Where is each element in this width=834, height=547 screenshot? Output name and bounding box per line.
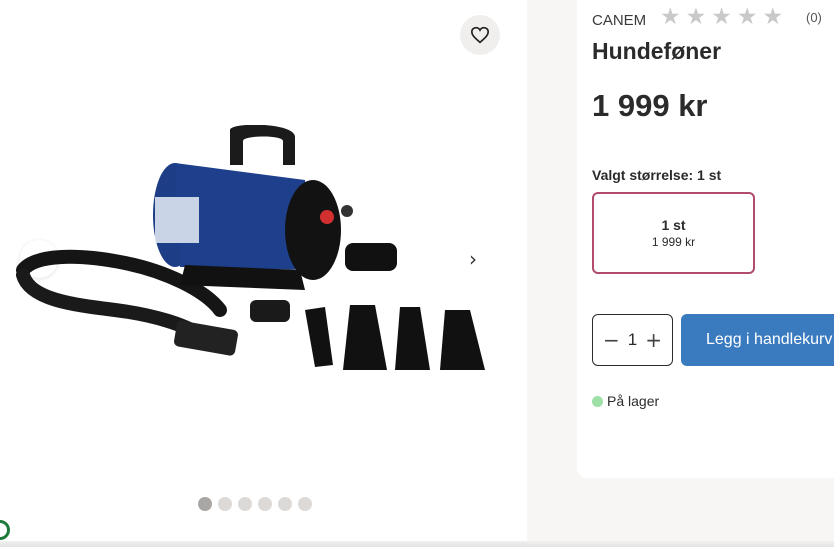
product-gallery: ‹ ›	[0, 0, 527, 547]
stock-label: På lager	[607, 393, 660, 409]
selected-size-label: Valgt størrelse: 1 st	[592, 167, 722, 183]
product-image	[16, 125, 485, 370]
heart-icon	[470, 26, 490, 44]
bottom-bar	[0, 541, 834, 547]
gallery-pagination	[198, 497, 312, 511]
in-stock-indicator-icon	[592, 395, 603, 407]
chat-widget-icon[interactable]	[0, 520, 10, 540]
quantity-value[interactable]: 1	[628, 330, 637, 350]
star-icon: ★	[711, 4, 732, 30]
gallery-dot[interactable]	[218, 497, 232, 511]
size-option-price: 1 999 kr	[651, 235, 696, 249]
stock-status: På lager	[592, 393, 659, 409]
star-icon: ★	[685, 4, 707, 30]
product-price: 1 999 kr	[592, 88, 708, 123]
gallery-dot[interactable]	[298, 497, 312, 511]
star-icon: ★	[660, 4, 681, 30]
gallery-dot[interactable]	[238, 497, 252, 511]
brand-name[interactable]: CANEM	[592, 12, 646, 29]
add-to-cart-button[interactable]: Legg i handlekurv	[681, 314, 834, 366]
favorite-button[interactable]	[460, 15, 500, 55]
product-title: Hundeføner	[592, 38, 722, 64]
size-option-name: 1 st	[661, 217, 686, 233]
gallery-dot[interactable]	[258, 497, 272, 511]
quantity-stepper: − 1 +	[592, 314, 673, 366]
gallery-dot[interactable]	[278, 497, 292, 511]
star-icon: ★	[736, 4, 758, 30]
increase-quantity-button[interactable]: +	[645, 330, 662, 350]
size-option[interactable]: 1 st 1 999 kr	[592, 192, 755, 274]
star-icon: ★	[762, 4, 784, 30]
gallery-dot[interactable]	[198, 497, 212, 511]
review-count[interactable]: (0)	[806, 10, 822, 25]
rating-stars[interactable]: ★ ★ ★ ★ ★	[660, 6, 783, 29]
decrease-quantity-button[interactable]: −	[603, 330, 620, 350]
